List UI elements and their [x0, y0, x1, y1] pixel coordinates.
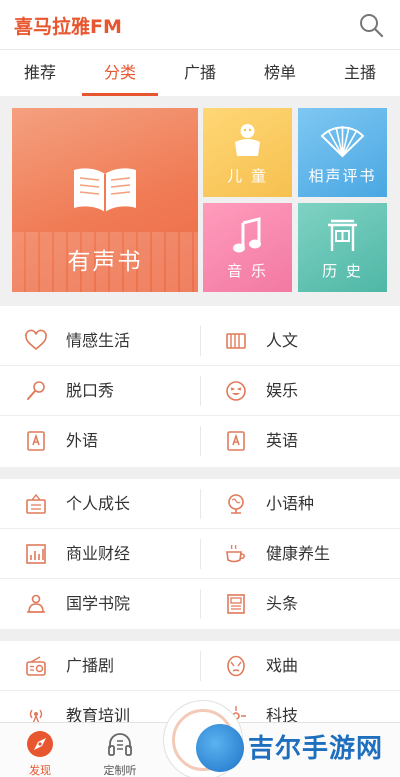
tab-radio[interactable]: 广播 — [160, 50, 240, 96]
category-label: 戏曲 — [266, 656, 299, 675]
category-health[interactable]: 健康养生 — [200, 529, 400, 579]
tile-crosstalk-label: 相声评书 — [308, 167, 377, 185]
list-item: 商业财经 健康养生 — [0, 529, 400, 579]
category-label: 脱口秀 — [66, 381, 115, 400]
letter-a-book-icon — [227, 431, 245, 451]
music-note-icon — [233, 217, 261, 253]
nav-custom-listen[interactable]: 定制听 — [80, 723, 160, 777]
category-business[interactable]: 商业财经 — [0, 529, 200, 579]
category-emotion[interactable]: 情感生活 — [0, 316, 200, 366]
app-logo: 喜马拉雅FM — [14, 16, 122, 38]
tile-music[interactable]: 音 乐 — [203, 203, 292, 292]
list-item: 个人成长 小语种 — [0, 479, 400, 529]
tea-cup-icon — [226, 544, 245, 563]
tile-audiobook[interactable]: 有声书 — [12, 108, 198, 292]
folding-fan-icon — [320, 126, 365, 158]
search-icon[interactable] — [358, 12, 384, 38]
baby-icon — [235, 124, 260, 156]
category-opera[interactable]: 戏曲 — [200, 641, 400, 691]
section-divider — [0, 467, 400, 479]
category-label: 商业财经 — [66, 544, 131, 563]
globe-icon — [228, 494, 244, 514]
category-radio-drama[interactable]: 广播剧 — [0, 641, 200, 691]
category-label: 头条 — [266, 594, 299, 613]
tab-anchor[interactable]: 主播 — [320, 50, 400, 96]
category-foreign-language[interactable]: 外语 — [0, 416, 200, 466]
category-label: 娱乐 — [266, 381, 299, 400]
category-talkshow[interactable]: 脱口秀 — [0, 366, 200, 416]
category-group-2: 个人成长 小语种 商业财经 健康养生 国学书院 头条 — [0, 479, 400, 629]
category-label: 英语 — [266, 431, 299, 450]
list-item: 国学书院 头条 — [0, 579, 400, 629]
featured-categories: 有声书 儿 童 相声评书 音 乐 历 史 — [0, 96, 400, 306]
tab-recommend[interactable]: 推荐 — [0, 50, 80, 96]
radio-icon — [26, 656, 46, 676]
tab-category[interactable]: 分类 — [80, 50, 160, 96]
list-item: 广播剧 戏曲 — [0, 641, 400, 691]
top-header: 喜马拉雅FM — [0, 0, 400, 50]
letter-a-book-icon — [27, 431, 45, 451]
category-minor-languages[interactable]: 小语种 — [200, 479, 400, 529]
signboard-icon — [26, 493, 46, 514]
newspaper-icon — [227, 594, 245, 614]
category-label: 教育培训 — [66, 706, 131, 722]
category-label: 健康养生 — [266, 544, 331, 563]
tile-history[interactable]: 历 史 — [298, 203, 387, 292]
category-sinology[interactable]: 国学书院 — [0, 579, 200, 629]
category-headlines[interactable]: 头条 — [200, 579, 400, 629]
tile-music-label: 音 乐 — [227, 262, 268, 280]
tile-kids[interactable]: 儿 童 — [203, 108, 292, 197]
scroll-icon — [226, 333, 246, 349]
top-tabs: 推荐 分类 广播 榜单 主播 — [0, 50, 400, 96]
watermark-text: 吉尔手游网 — [248, 734, 384, 764]
category-personal-growth[interactable]: 个人成长 — [0, 479, 200, 529]
category-label: 人文 — [266, 331, 299, 350]
broadcast-icon — [29, 709, 43, 722]
headphones-icon — [108, 733, 132, 756]
chart-icon — [26, 544, 46, 564]
category-humanities[interactable]: 人文 — [200, 316, 400, 366]
open-book-icon — [74, 168, 136, 212]
category-label: 国学书院 — [66, 594, 131, 613]
tile-kids-label: 儿 童 — [227, 167, 268, 185]
tab-ranking[interactable]: 榜单 — [240, 50, 320, 96]
category-label: 广播剧 — [66, 656, 115, 675]
compass-icon — [27, 731, 53, 757]
category-label: 个人成长 — [66, 494, 131, 513]
watermark-logo-icon — [196, 724, 244, 772]
scholar-icon — [27, 594, 45, 613]
category-group-1: 情感生活 人文 脱口秀 娱乐 外语 英语 — [0, 316, 400, 467]
list-item: 情感生活 人文 — [0, 316, 400, 366]
category-entertainment[interactable]: 娱乐 — [200, 366, 400, 416]
list-item: 外语 英语 — [0, 416, 400, 466]
category-label: 情感生活 — [66, 331, 131, 350]
tile-audiobook-label: 有声书 — [67, 249, 143, 275]
opera-mask-icon — [227, 655, 245, 677]
category-label: 外语 — [66, 431, 99, 450]
tile-history-label: 历 史 — [322, 262, 363, 280]
tile-crosstalk[interactable]: 相声评书 — [298, 108, 387, 197]
nav-discover[interactable]: 发现 — [0, 723, 80, 777]
category-english[interactable]: 英语 — [200, 416, 400, 466]
list-item: 脱口秀 娱乐 — [0, 366, 400, 416]
ancient-gate-icon — [328, 219, 357, 251]
microphone-icon — [27, 381, 45, 400]
section-divider — [0, 629, 400, 641]
heart-icon — [25, 329, 47, 351]
nav-discover-label: 发现 — [29, 764, 51, 777]
nav-custom-listen-label: 定制听 — [103, 764, 137, 777]
watermark: 吉尔手游网 — [196, 720, 400, 777]
category-label: 小语种 — [266, 494, 315, 513]
laugh-face-icon — [226, 381, 246, 401]
category-label: 科技 — [266, 706, 299, 722]
